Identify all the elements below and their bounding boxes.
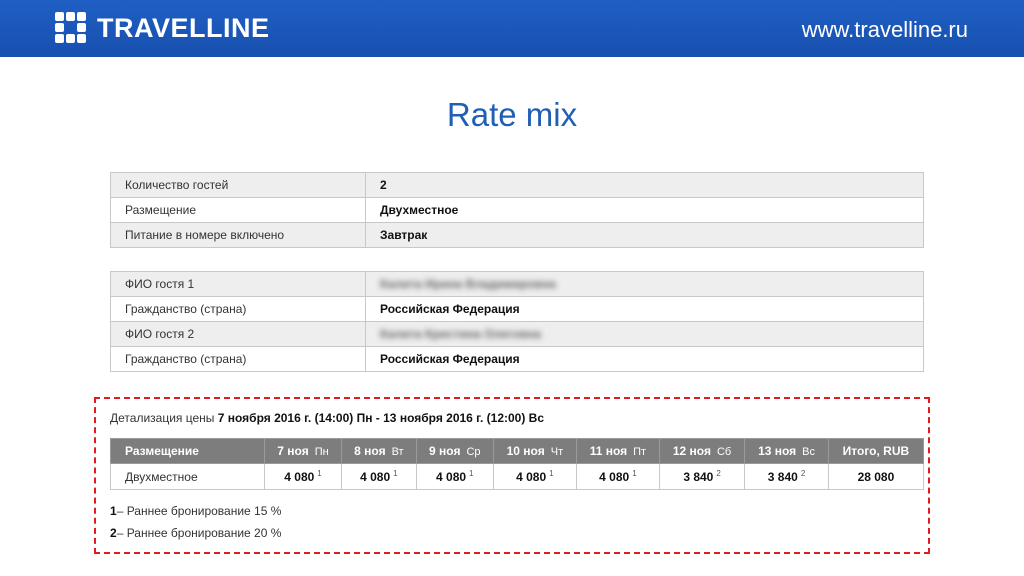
row-label: Питание в номере включено <box>110 222 366 248</box>
table-row: ФИО гостя 2 Калита Кристина Олеговна <box>110 321 924 347</box>
slide-title: Rate mix <box>446 96 578 133</box>
col-header-date: 12 ноя Сб <box>658 438 746 464</box>
col-header-date: 7 ноя Пн <box>263 438 343 464</box>
col-header-date: 13 ноя Вс <box>744 438 829 464</box>
guest-info-table: ФИО гостя 1 Калита Ирина Владимировна Гр… <box>110 271 924 372</box>
col-header-date: 10 ноя Чт <box>492 438 577 464</box>
price-cell: 4 080 1 <box>341 463 417 490</box>
col-header-room: Размещение <box>110 438 265 464</box>
table-row: ФИО гостя 1 Калита Ирина Владимировна <box>110 271 924 297</box>
travelline-logo[interactable]: TRAVELLINE <box>55 12 270 44</box>
table-row: Питание в номере включено Завтрак <box>110 222 924 248</box>
table-row: Гражданство (страна) Российская Федераци… <box>110 296 924 322</box>
footnote-2: 2– Раннее бронирование 20 % <box>110 526 282 540</box>
site-url-link[interactable]: www.travelline.ru <box>802 17 968 43</box>
room-type-cell: Двухместное <box>110 463 265 490</box>
rate-table: Размещение 7 ноя Пн 8 ноя Вт 9 ноя Ср 10 но… <box>110 438 925 490</box>
row-value: Калита Кристина Олеговна <box>365 321 924 347</box>
header-bar: TRAVELLINE www.travelline.ru <box>0 0 1024 57</box>
col-header-date: 11 ноя Пт <box>575 438 660 464</box>
price-cell: 4 080 1 <box>415 463 494 490</box>
row-label: Гражданство (страна) <box>110 296 366 322</box>
table-row: Количество гостей 2 <box>110 172 924 198</box>
col-header-date: 9 ноя Ср <box>415 438 494 464</box>
price-cell: 3 840 2 <box>744 463 829 490</box>
col-header-date: 8 ноя Вт <box>341 438 417 464</box>
row-label: Количество гостей <box>110 172 366 198</box>
price-cell: 4 080 1 <box>263 463 343 490</box>
row-value: Двухместное <box>365 197 924 223</box>
col-header-total: Итого, RUB <box>827 438 925 464</box>
table-row: Гражданство (страна) Российская Федераци… <box>110 346 924 372</box>
row-label: ФИО гостя 2 <box>110 321 366 347</box>
row-value: 2 <box>365 172 924 198</box>
row-value: Калита Ирина Владимировна <box>365 271 924 297</box>
row-label: Размещение <box>110 197 366 223</box>
total-cell: 28 080 <box>827 463 925 490</box>
detail-prefix: Детализация цены <box>110 411 215 425</box>
rate-header-row: Размещение 7 ноя Пн 8 ноя Вт 9 ноя Ср 10 но… <box>110 438 925 464</box>
booking-info-table: Количество гостей 2 Размещение Двухместн… <box>110 172 924 248</box>
price-detail-box: Детализация цены 7 ноября 2016 г. (14:00… <box>94 397 930 554</box>
guest-1-name: Калита Ирина Владимировна <box>380 277 556 291</box>
logo-dots-icon <box>55 12 87 44</box>
logo-text: TRAVELLINE <box>97 12 270 43</box>
row-label: ФИО гостя 1 <box>110 271 366 297</box>
row-value: Российская Федерация <box>365 296 924 322</box>
price-detail-heading: Детализация цены 7 ноября 2016 г. (14:00… <box>110 411 544 425</box>
row-value: Завтрак <box>365 222 924 248</box>
row-label: Гражданство (страна) <box>110 346 366 372</box>
price-cell: 4 080 1 <box>492 463 577 490</box>
guest-2-name: Калита Кристина Олеговна <box>380 327 542 341</box>
footnote-1: 1– Раннее бронирование 15 % <box>110 504 282 518</box>
price-cell: 3 840 2 <box>658 463 746 490</box>
rate-row: Двухместное 4 080 1 4 080 1 4 080 1 4 080 1 … <box>110 463 925 490</box>
table-row: Размещение Двухместное <box>110 197 924 223</box>
row-value: Российская Федерация <box>365 346 924 372</box>
detail-period: 7 ноября 2016 г. (14:00) Пн - 13 ноября … <box>217 411 545 425</box>
price-cell: 4 080 1 <box>575 463 660 490</box>
